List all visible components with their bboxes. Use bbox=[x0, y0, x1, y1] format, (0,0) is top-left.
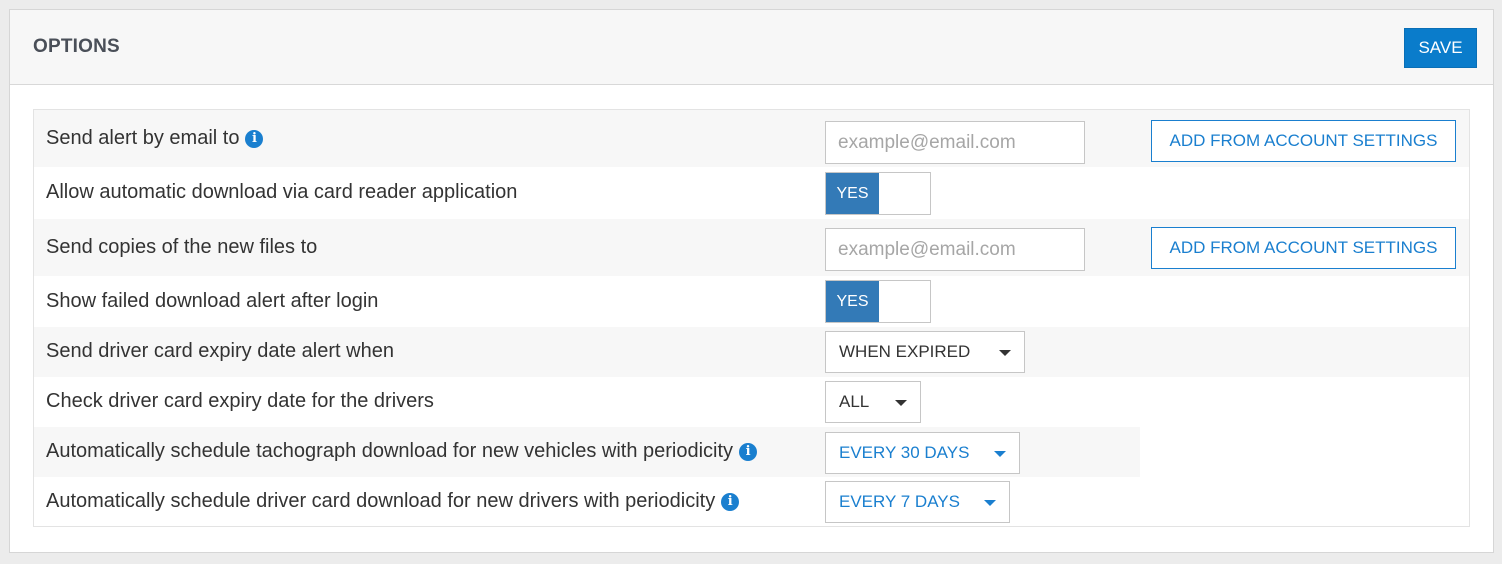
select-value: WHEN EXPIRED bbox=[839, 342, 971, 361]
card-schedule-label: Automatically schedule driver card downl… bbox=[46, 490, 740, 513]
toggle-yes: YES bbox=[826, 281, 879, 322]
toggle-yes: YES bbox=[826, 173, 879, 214]
auto-download-toggle[interactable]: YES bbox=[825, 172, 931, 215]
select-value: EVERY 7 DAYS bbox=[839, 492, 960, 511]
caret-down-icon bbox=[984, 500, 996, 506]
tacho-periodicity-select[interactable]: EVERY 30 DAYS bbox=[825, 432, 1020, 474]
row-failed-alert: Show failed download alert after login Y… bbox=[34, 276, 1469, 327]
failed-alert-toggle[interactable]: YES bbox=[825, 280, 931, 323]
email-alert-input[interactable] bbox=[825, 121, 1085, 164]
row-auto-download: Allow automatic download via card reader… bbox=[34, 167, 1469, 219]
failed-alert-label-text: Show failed download alert after login bbox=[46, 290, 379, 312]
add-from-account-settings-button[interactable]: ADD FROM ACCOUNT SETTINGS bbox=[1151, 120, 1456, 162]
options-table: Send alert by email to i ADD FROM ACCOUN… bbox=[33, 109, 1470, 527]
auto-download-label-text: Allow automatic download via card reader… bbox=[46, 181, 518, 203]
row-card-schedule: Automatically schedule driver card downl… bbox=[34, 477, 1469, 526]
email-alert-label: Send alert by email to bbox=[46, 127, 240, 149]
options-panel: OPTIONS SAVE Send alert by email to i AD… bbox=[9, 9, 1494, 553]
tacho-schedule-label: Automatically schedule tachograph downlo… bbox=[46, 440, 758, 463]
failed-alert-label: Show failed download alert after login bbox=[46, 290, 378, 313]
row-expiry-check: Check driver card expiry date for the dr… bbox=[34, 377, 1469, 427]
page-title: OPTIONS bbox=[33, 36, 120, 57]
auto-download-label: Allow automatic download via card reader… bbox=[46, 181, 517, 204]
card-schedule-label-text: Automatically schedule driver card downl… bbox=[46, 490, 716, 512]
expiry-alert-select[interactable]: WHEN EXPIRED bbox=[825, 331, 1025, 373]
row-tacho-schedule: Automatically schedule tachograph downlo… bbox=[34, 427, 1140, 477]
row-email-alert: Send alert by email to i ADD FROM ACCOUN… bbox=[34, 110, 1469, 167]
expiry-alert-label: Send driver card expiry date alert when bbox=[46, 340, 394, 363]
expiry-alert-label-text: Send driver card expiry date alert when bbox=[46, 340, 394, 362]
caret-down-icon bbox=[895, 400, 907, 406]
send-copies-label: Send copies of the new files to bbox=[46, 236, 317, 259]
expiry-check-label-text: Check driver card expiry date for the dr… bbox=[46, 390, 434, 412]
expiry-check-label: Check driver card expiry date for the dr… bbox=[46, 390, 434, 413]
expiry-check-select[interactable]: ALL bbox=[825, 381, 921, 423]
row-send-copies: Send copies of the new files to ADD FROM… bbox=[34, 219, 1469, 276]
row-label: Send alert by email to i bbox=[46, 127, 264, 150]
info-icon[interactable]: i bbox=[245, 129, 264, 148]
card-periodicity-select[interactable]: EVERY 7 DAYS bbox=[825, 481, 1010, 523]
send-copies-label-text: Send copies of the new files to bbox=[46, 236, 318, 258]
select-value: ALL bbox=[839, 392, 870, 411]
caret-down-icon bbox=[999, 350, 1011, 356]
tacho-schedule-label-text: Automatically schedule tachograph downlo… bbox=[46, 440, 734, 462]
info-icon[interactable]: i bbox=[739, 442, 758, 461]
add-from-account-settings-button[interactable]: ADD FROM ACCOUNT SETTINGS bbox=[1151, 227, 1456, 269]
info-icon[interactable]: i bbox=[721, 492, 740, 511]
select-value: EVERY 30 DAYS bbox=[839, 443, 970, 462]
row-expiry-alert: Send driver card expiry date alert when … bbox=[34, 327, 1469, 377]
panel-header: OPTIONS SAVE bbox=[10, 10, 1493, 85]
save-button[interactable]: SAVE bbox=[1404, 28, 1477, 68]
caret-down-icon bbox=[994, 451, 1006, 457]
send-copies-input[interactable] bbox=[825, 228, 1085, 271]
